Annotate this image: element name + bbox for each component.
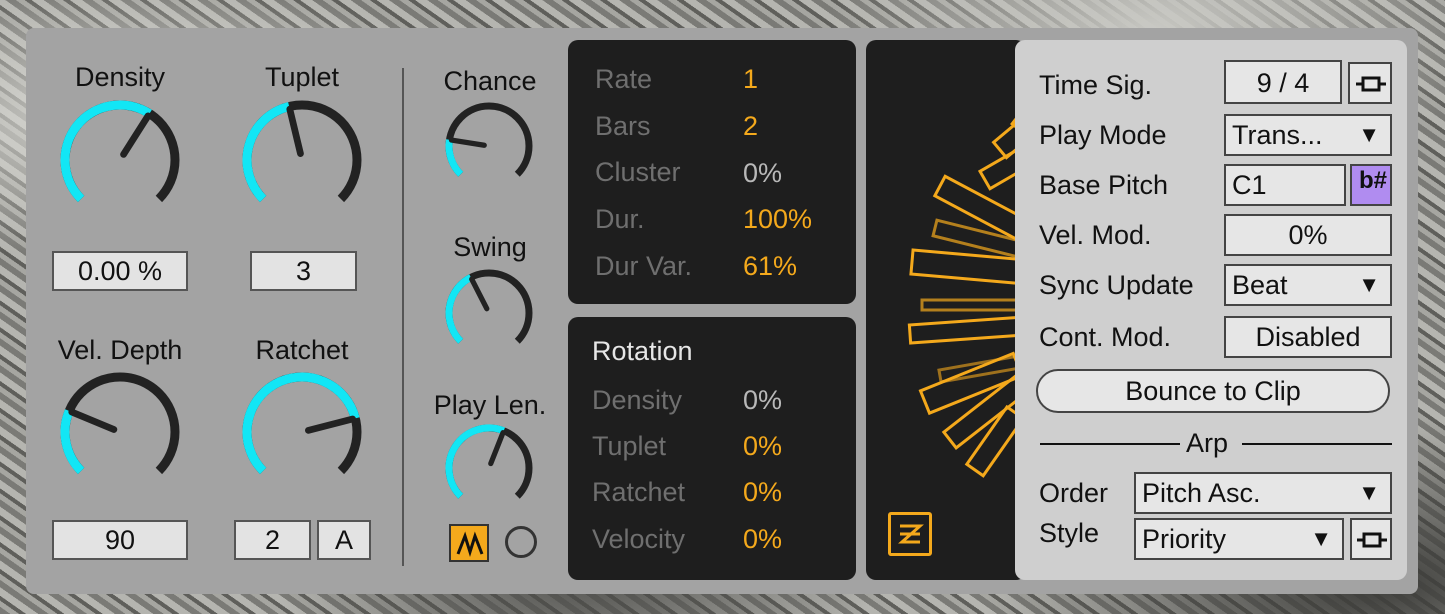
rotation-value[interactable]: 0% [743,477,782,508]
cont-mod-label: Cont. Mod. [1039,322,1172,352]
chevron-down-icon: ▼ [1358,272,1380,297]
play-mode-value: Trans... [1232,120,1323,150]
cont-mod-field[interactable]: Disabled [1224,316,1392,358]
base-pitch-field[interactable]: C1 [1224,164,1346,206]
rotation-value[interactable]: 0% [743,431,782,462]
ratchet-label: Ratchet [255,335,349,365]
play-mode-label: Play Mode [1039,120,1167,150]
chance-label: Chance [443,66,537,96]
arp-section-label: Arp [1186,428,1229,458]
rhythm-visualizer [866,40,1026,580]
play-len-mode-button[interactable] [449,524,489,562]
param-value[interactable]: 61% [743,251,797,282]
tuplet-label: Tuplet [264,62,340,92]
sharp-flat-button[interactable]: b# [1350,164,1392,206]
param-label: Dur Var. [595,251,693,281]
rotation-label: Ratchet [592,477,686,507]
play-mode-dropdown[interactable]: Trans... ▼ [1224,114,1392,156]
order-dropdown[interactable]: Pitch Asc. ▼ [1134,472,1392,514]
arp-divider-right [1242,443,1392,445]
order-value: Pitch Asc. [1142,478,1261,508]
tuplet-value-box[interactable]: 3 [250,251,357,291]
bounce-to-clip-button[interactable]: Bounce to Clip [1036,369,1390,413]
play-len-label: Play Len. [433,390,547,420]
rotation-title: Rotation [592,336,693,366]
style-link-button[interactable] [1350,518,1392,560]
param-value[interactable]: 100% [743,204,812,235]
base-pitch-label: Base Pitch [1039,170,1169,200]
rotation-value[interactable]: 0% [743,385,782,416]
vel-mod-field[interactable]: 0% [1224,214,1392,256]
sharp-flat-icon: b# [1359,167,1388,194]
sync-update-label: Sync Update [1039,270,1194,300]
style-dropdown[interactable]: Priority ▼ [1134,518,1344,560]
param-label: Rate [595,64,653,94]
arp-divider-left [1040,443,1180,445]
sync-update-dropdown[interactable]: Beat ▼ [1224,264,1392,306]
rotation-label: Tuplet [592,431,667,461]
rhythm-icon[interactable] [888,512,932,556]
circle-toggle-icon[interactable] [505,526,537,558]
chevron-down-icon: ▼ [1310,526,1332,551]
param-label: Cluster [595,157,681,187]
vel-depth-label: Vel. Depth [57,335,183,365]
style-value: Priority [1142,524,1227,554]
rotation-value[interactable]: 0% [743,524,782,555]
rhythm-bars-graphic [907,74,1026,478]
vel-mod-label: Vel. Mod. [1039,220,1152,250]
ratchet-mode-button[interactable]: A [317,520,371,560]
rotation-label: Density [592,385,683,415]
play-len-knob[interactable] [0,0,533,499]
param-value[interactable]: 0% [743,158,782,189]
swing-label: Swing [453,232,527,262]
param-label: Bars [595,111,651,141]
density-value-box[interactable]: 0.00 % [52,251,188,291]
time-sig-field[interactable]: 9 / 4 [1224,60,1342,104]
time-sig-link-button[interactable] [1348,62,1392,104]
link-icon [1357,532,1387,548]
rhythm-glyph [898,524,924,544]
vel-depth-value-box[interactable]: 90 [52,520,188,560]
param-value[interactable]: 1 [743,64,758,95]
param-label: Dur. [595,204,645,234]
rotation-label: Velocity [592,524,686,554]
order-label: Order [1039,478,1109,508]
time-sig-label: Time Sig. [1039,70,1153,100]
sync-update-value: Beat [1232,270,1288,300]
chevron-down-icon: ▼ [1358,122,1380,147]
density-label: Density [74,62,166,92]
link-icon [1356,76,1386,92]
chevron-down-icon: ▼ [1358,480,1380,505]
section-divider [402,68,404,566]
m-wave-icon [456,531,484,558]
param-value[interactable]: 2 [743,111,758,142]
ratchet-value-box[interactable]: 2 [234,520,311,560]
style-label: Style [1039,518,1100,548]
